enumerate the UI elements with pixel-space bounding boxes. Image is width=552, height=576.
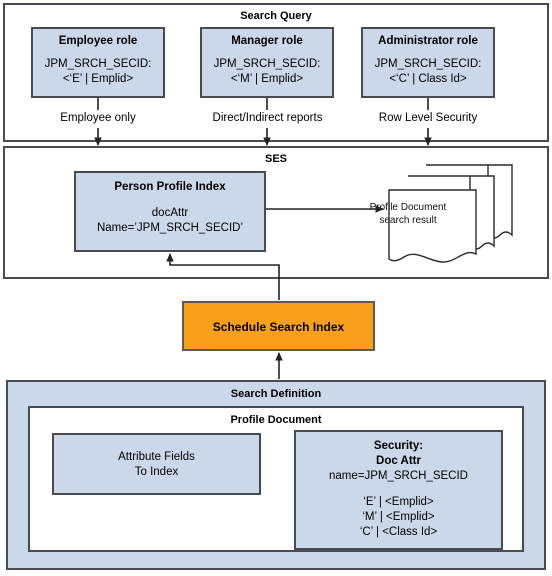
employee-role-box[interactable]: Employee role JPM_SRCH_SECID: <‘E’ | Emp… [31,27,165,98]
schedule-search-index-label: Schedule Search Index [212,320,345,334]
administrator-role-box[interactable]: Administrator role JPM_SRCH_SECID: <‘C’ … [361,27,495,98]
security-doc-attr-box[interactable]: Security: Doc Attr name=JPM_SRCH_SECID ‘… [294,430,503,550]
profile-document-search-result[interactable]: Profile Document search result [370,163,516,265]
person-profile-index-line2: Name=’JPM_SRCH_SECID’ [96,222,244,234]
edge-label-employee-only: Employee only [60,112,136,124]
person-profile-index-title: Person Profile Index [114,181,226,193]
schedule-search-index-box[interactable]: Schedule Search Index [182,301,375,351]
attribute-fields-line1: Attribute Fields [118,451,195,463]
search-result-line2: search result [379,215,437,226]
security-name-line: name=JPM_SRCH_SECID [328,470,468,482]
security-title-line2: Doc Attr [376,455,421,467]
profile-document-title: Profile Document [230,414,322,426]
administrator-role-line2: <‘C’ | Class Id> [389,73,467,85]
employee-role-line1: JPM_SRCH_SECID: [44,58,152,70]
manager-role-line2: <‘M’ | Emplid> [230,73,304,85]
employee-role-title: Employee role [58,35,138,47]
person-profile-index-box[interactable]: Person Profile Index docAttr Name=’JPM_S… [74,171,266,252]
search-definition-title: Search Definition [230,388,322,400]
manager-role-box[interactable]: Manager role JPM_SRCH_SECID: <‘M’ | Empl… [200,27,334,98]
security-value-2: ‘M’ | <Emplid> [362,511,435,523]
search-query-title: Search Query [240,10,312,22]
manager-role-title: Manager role [231,35,303,47]
security-value-3: ‘C’ | <Class Id> [359,526,438,538]
edge-label-row-level-security: Row Level Security [378,112,478,124]
search-result-line1: Profile Document [369,202,447,213]
security-title-line1: Security: [373,440,424,452]
edge-label-direct-indirect-reports: Direct/Indirect reports [212,112,323,124]
administrator-role-title: Administrator role [378,35,478,47]
manager-role-line1: JPM_SRCH_SECID: [213,58,321,70]
diagram-canvas: Search Query Employee role JPM_SRCH_SECI… [0,0,552,576]
attribute-fields-box[interactable]: Attribute Fields To Index [52,433,261,495]
administrator-role-line1: JPM_SRCH_SECID: [374,58,482,70]
security-value-1: ‘E’ | <Emplid> [363,496,434,508]
employee-role-line2: <‘E’ | Emplid> [62,73,134,85]
attribute-fields-line2: To Index [134,466,179,478]
person-profile-index-line1: docAttr [151,207,189,219]
